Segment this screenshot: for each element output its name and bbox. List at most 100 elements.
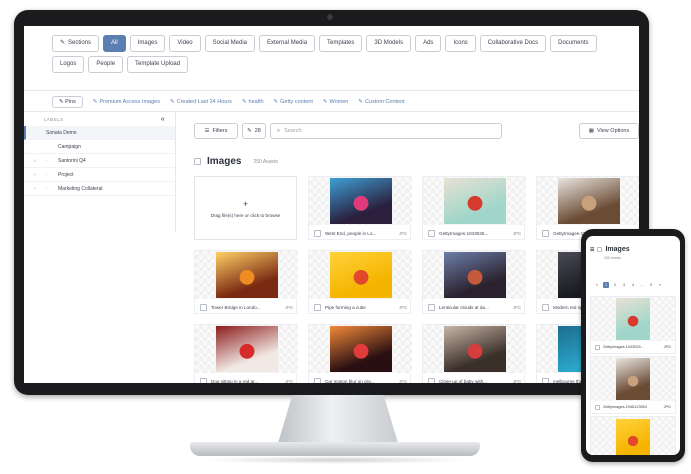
sidebar-item[interactable]: › ⋯ Marketing Collateral bbox=[24, 182, 175, 196]
asset-meta: GettyImages-1043025... JPG bbox=[423, 225, 526, 241]
sidebar-item[interactable]: Campaign bbox=[24, 140, 175, 154]
stage: ✎ Sections All Images Video Social Media Ext… bbox=[0, 0, 691, 474]
asset-card[interactable]: Dog sitting in a red ar... JPG bbox=[194, 324, 298, 384]
pager-page[interactable]: 3 bbox=[621, 282, 627, 288]
tab-all[interactable]: All bbox=[103, 35, 126, 52]
tab-people[interactable]: People bbox=[88, 56, 124, 73]
pin-item[interactable]: ✎ Created Last 24 Hours bbox=[170, 99, 232, 105]
asset-card[interactable]: Pipe forming a cube JPG bbox=[308, 250, 412, 314]
grid-icon: ▦ bbox=[588, 128, 594, 134]
asset-thumbnail[interactable] bbox=[537, 177, 639, 225]
tab-social-media[interactable]: Social Media bbox=[204, 35, 256, 52]
phone-asset-name: GettyImages-1948123553 bbox=[603, 405, 647, 409]
count-button[interactable]: ✎ 28 bbox=[242, 123, 266, 139]
asset-name: Dog sitting in a red ar... bbox=[211, 378, 259, 384]
chevron-right-icon[interactable]: › bbox=[34, 158, 40, 164]
asset-card[interactable]: West End, people in Lo... JPG bbox=[308, 176, 412, 240]
pager-page[interactable]: 9 bbox=[648, 282, 654, 288]
asset-thumbnail[interactable] bbox=[309, 177, 412, 225]
tab-template-upload[interactable]: Template Upload bbox=[127, 56, 189, 73]
tab-icons[interactable]: Icons bbox=[445, 35, 476, 52]
asset-card[interactable]: GettyImages-1043025... JPG bbox=[422, 176, 526, 241]
asset-checkbox[interactable] bbox=[428, 229, 435, 237]
pin-item[interactable]: ✎ Custom Content bbox=[358, 99, 404, 105]
pin-icon: ✎ bbox=[169, 99, 175, 105]
upload-dropzone[interactable]: + Drag file(s) here or click to browse bbox=[194, 176, 297, 240]
asset-card[interactable]: Car motion blur on city... JPG bbox=[308, 324, 412, 383]
search-input[interactable]: ⌕ Search bbox=[270, 123, 502, 139]
double-chevron-left-icon[interactable]: « bbox=[161, 116, 165, 123]
asset-checkbox[interactable] bbox=[200, 377, 207, 383]
asset-card[interactable]: Tower Bridge in Londo... JPG bbox=[194, 250, 298, 314]
sidebar-item[interactable]: › ⋯ Santorini Q4 bbox=[24, 154, 175, 168]
app-screen: ✎ Sections All Images Video Social Media Ext… bbox=[24, 26, 639, 383]
assets-count: 250 Assets bbox=[253, 158, 278, 165]
phone-select-all-checkbox[interactable] bbox=[597, 247, 603, 252]
phone-asset-card[interactable]: GettyImages-1948123553 JPG bbox=[590, 356, 676, 414]
pager-page[interactable]: 4 bbox=[630, 282, 636, 288]
sidebar-item[interactable]: › ⋯ Project bbox=[24, 168, 175, 182]
asset-thumbnail[interactable] bbox=[423, 177, 526, 225]
asset-checkbox[interactable] bbox=[542, 377, 549, 383]
asset-thumbnail[interactable] bbox=[423, 325, 526, 373]
pager-page[interactable]: ... bbox=[639, 282, 645, 288]
chevron-right-icon[interactable]: › bbox=[34, 172, 40, 178]
asset-toolbar: ☰ Filters ✎ 28 ⌕ Search ▦ View Options bbox=[194, 123, 639, 139]
phone-count: 250 Assets bbox=[604, 256, 622, 260]
select-all-checkbox[interactable] bbox=[194, 158, 201, 165]
phone-asset-card[interactable]: GettyImages-1043025... JPG bbox=[590, 296, 676, 354]
pin-item[interactable]: ✎ Premium Access Images bbox=[93, 99, 160, 105]
pin-item[interactable]: ✎ Women bbox=[323, 99, 348, 105]
asset-thumbnail[interactable] bbox=[195, 251, 298, 299]
tab-3d-models[interactable]: 3D Models bbox=[366, 35, 412, 52]
phone-asset-thumbnail[interactable] bbox=[591, 297, 675, 341]
pager-last-icon[interactable]: » bbox=[657, 282, 663, 288]
phone-asset-type: JPG bbox=[663, 345, 671, 349]
tab-documents[interactable]: Documents bbox=[550, 35, 597, 52]
asset-checkbox[interactable] bbox=[428, 377, 435, 383]
phone-assets-header: ☰ Images bbox=[590, 246, 630, 253]
asset-thumbnail[interactable] bbox=[309, 325, 412, 373]
tab-video[interactable]: Video bbox=[169, 35, 201, 52]
asset-thumbnail[interactable] bbox=[195, 325, 298, 373]
asset-card[interactable]: Lenticular clouds at da... JPG bbox=[422, 250, 526, 314]
pin-item[interactable]: ✎ health bbox=[242, 99, 264, 105]
pager-page[interactable]: 1 bbox=[603, 282, 609, 288]
tab-logos[interactable]: Logos bbox=[52, 56, 85, 73]
phone-asset-thumbnail[interactable] bbox=[591, 417, 675, 455]
asset-checkbox[interactable] bbox=[314, 303, 321, 311]
asset-name: Car motion blur on city... bbox=[325, 378, 375, 384]
asset-checkbox[interactable] bbox=[428, 303, 435, 311]
phone-asset-checkbox[interactable] bbox=[595, 404, 600, 410]
phone-asset-thumbnail[interactable] bbox=[591, 357, 675, 401]
tab-external-media[interactable]: External Media bbox=[259, 35, 316, 52]
pin-item[interactable]: ✎ Getty content bbox=[274, 99, 313, 105]
pins-button[interactable]: ✎ Pins bbox=[52, 96, 83, 108]
tab-ads[interactable]: Ads bbox=[415, 35, 442, 52]
phone-asset-card[interactable] bbox=[590, 416, 676, 455]
chevron-right-icon[interactable]: › bbox=[34, 186, 40, 192]
asset-name: Tower Bridge in Londo... bbox=[211, 304, 261, 310]
menu-icon[interactable]: ☰ bbox=[590, 247, 594, 253]
pager-first-icon[interactable]: « bbox=[594, 282, 600, 288]
asset-checkbox[interactable] bbox=[200, 303, 207, 311]
tab-templates[interactable]: Templates bbox=[319, 35, 363, 52]
asset-meta: Car motion blur on city... JPG bbox=[309, 373, 412, 383]
asset-card[interactable]: Close-up of baby with... JPG bbox=[422, 324, 526, 383]
tab-collaborative-docs[interactable]: Collaborative Docs bbox=[479, 35, 547, 52]
asset-thumbnail[interactable] bbox=[423, 251, 526, 299]
filters-button[interactable]: ☰ Filters bbox=[194, 123, 238, 139]
pager-page[interactable]: 2 bbox=[612, 282, 618, 288]
asset-thumbnail[interactable] bbox=[309, 251, 412, 299]
sidebar-item[interactable]: Sonata Demo bbox=[24, 126, 175, 140]
asset-checkbox[interactable] bbox=[542, 229, 549, 237]
asset-checkbox[interactable] bbox=[314, 377, 321, 383]
indent-spacer: ⋯ bbox=[44, 186, 48, 191]
phone-asset-image bbox=[616, 358, 650, 400]
view-options-button[interactable]: ▦ View Options bbox=[579, 123, 639, 139]
tab-images[interactable]: Images bbox=[129, 35, 166, 52]
asset-checkbox[interactable] bbox=[314, 229, 321, 237]
sections-button[interactable]: ✎ Sections bbox=[52, 35, 100, 52]
asset-checkbox[interactable] bbox=[542, 303, 549, 311]
phone-asset-checkbox[interactable] bbox=[595, 344, 600, 350]
